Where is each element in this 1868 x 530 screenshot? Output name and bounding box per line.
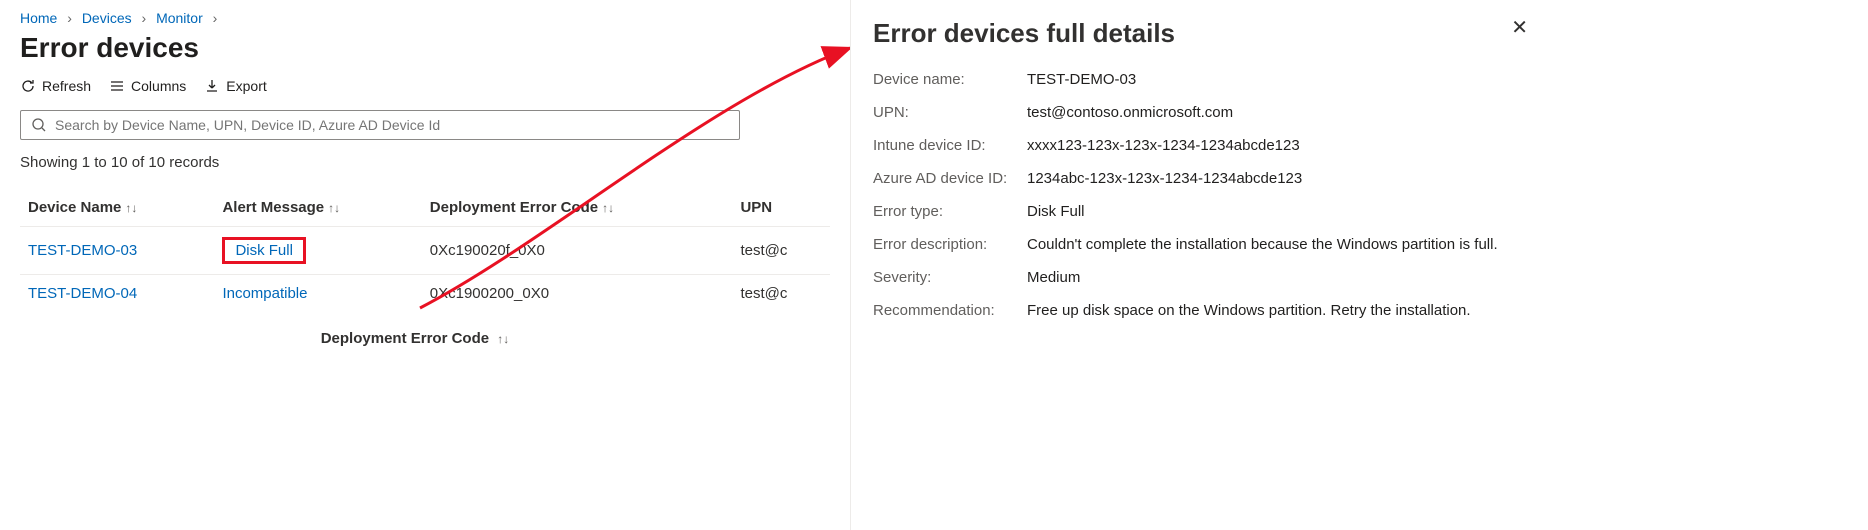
- col-upn[interactable]: UPN: [732, 189, 830, 227]
- col-dep-code-label: Deployment Error Code: [430, 199, 598, 216]
- details-grid: Device name: TEST-DEMO-03 UPN: test@cont…: [873, 71, 1528, 319]
- dep-code-cell: 0Xc1900200_0X0: [422, 275, 733, 313]
- export-label: Export: [226, 78, 266, 94]
- chevron-right-icon: ›: [61, 10, 78, 26]
- alert-link[interactable]: Incompatible: [222, 285, 307, 302]
- breadcrumb: Home › Devices › Monitor ›: [20, 10, 810, 26]
- footer-column-text: Deployment Error Code: [321, 330, 489, 347]
- label-aad-id: Azure AD device ID:: [873, 170, 1023, 187]
- download-icon: [204, 78, 220, 94]
- col-deployment-error-code[interactable]: Deployment Error Code ↑↓: [422, 189, 733, 227]
- close-icon: ✕: [1511, 17, 1528, 39]
- breadcrumb-monitor[interactable]: Monitor: [156, 10, 203, 26]
- alert-highlight: Disk Full: [222, 237, 306, 264]
- columns-button[interactable]: Columns: [109, 78, 186, 94]
- col-device-name[interactable]: Device Name ↑↓: [20, 189, 214, 227]
- label-severity: Severity:: [873, 269, 1023, 286]
- col-alert-message-label: Alert Message: [222, 199, 324, 216]
- device-link[interactable]: TEST-DEMO-03: [28, 242, 137, 259]
- search-icon: [31, 117, 47, 133]
- value-recommendation: Free up disk space on the Windows partit…: [1027, 302, 1528, 319]
- footer-column-label[interactable]: Deployment Error Code ↑↓: [20, 330, 810, 347]
- upn-cell: test@c: [732, 275, 830, 313]
- details-flyout: Error devices full details ✕ Device name…: [850, 0, 1550, 530]
- chevron-right-icon: ›: [136, 10, 153, 26]
- export-button[interactable]: Export: [204, 78, 266, 94]
- sort-icon: ↑↓: [497, 332, 509, 346]
- chevron-right-icon: ›: [207, 10, 224, 26]
- value-error-description: Couldn't complete the installation becau…: [1027, 236, 1528, 253]
- sort-icon: ↑↓: [602, 201, 614, 215]
- search-input[interactable]: [55, 117, 729, 133]
- value-upn: test@contoso.onmicrosoft.com: [1027, 104, 1528, 121]
- label-recommendation: Recommendation:: [873, 302, 1023, 319]
- close-button[interactable]: ✕: [1511, 18, 1528, 38]
- value-error-type: Disk Full: [1027, 203, 1528, 220]
- value-severity: Medium: [1027, 269, 1528, 286]
- value-aad-id: 1234abc-123x-123x-1234-1234abcde123: [1027, 170, 1528, 187]
- table-row[interactable]: TEST-DEMO-03 Disk Full 0Xc190020f_0X0 te…: [20, 227, 830, 275]
- label-error-type: Error type:: [873, 203, 1023, 220]
- label-upn: UPN:: [873, 104, 1023, 121]
- error-devices-panel: Home › Devices › Monitor › Error devices…: [0, 0, 830, 530]
- label-intune-id: Intune device ID:: [873, 137, 1023, 154]
- label-error-description: Error description:: [873, 236, 1023, 253]
- search-box[interactable]: [20, 110, 740, 140]
- label-device-name: Device name:: [873, 71, 1023, 88]
- sort-icon: ↑↓: [328, 201, 340, 215]
- alert-link[interactable]: Disk Full: [235, 242, 293, 259]
- sort-icon: ↑↓: [125, 201, 137, 215]
- device-link[interactable]: TEST-DEMO-04: [28, 285, 137, 302]
- refresh-label: Refresh: [42, 78, 91, 94]
- refresh-icon: [20, 78, 36, 94]
- records-count: Showing 1 to 10 of 10 records: [20, 154, 810, 171]
- columns-icon: [109, 78, 125, 94]
- value-device-name: TEST-DEMO-03: [1027, 71, 1528, 88]
- breadcrumb-devices[interactable]: Devices: [82, 10, 132, 26]
- page-title: Error devices: [20, 32, 810, 64]
- upn-cell: test@c: [732, 227, 830, 275]
- refresh-button[interactable]: Refresh: [20, 78, 91, 94]
- toolbar: Refresh Columns Export: [20, 78, 810, 94]
- col-device-name-label: Device Name: [28, 199, 121, 216]
- devices-table: Device Name ↑↓ Alert Message ↑↓ Deployment…: [20, 189, 830, 312]
- col-alert-message[interactable]: Alert Message ↑↓: [214, 189, 421, 227]
- flyout-title: Error devices full details: [873, 18, 1175, 49]
- value-intune-id: xxxx123-123x-123x-1234-1234abcde123: [1027, 137, 1528, 154]
- table-row[interactable]: TEST-DEMO-04 Incompatible 0Xc1900200_0X0…: [20, 275, 830, 313]
- dep-code-cell: 0Xc190020f_0X0: [422, 227, 733, 275]
- col-upn-label: UPN: [740, 199, 772, 216]
- columns-label: Columns: [131, 78, 186, 94]
- breadcrumb-home[interactable]: Home: [20, 10, 57, 26]
